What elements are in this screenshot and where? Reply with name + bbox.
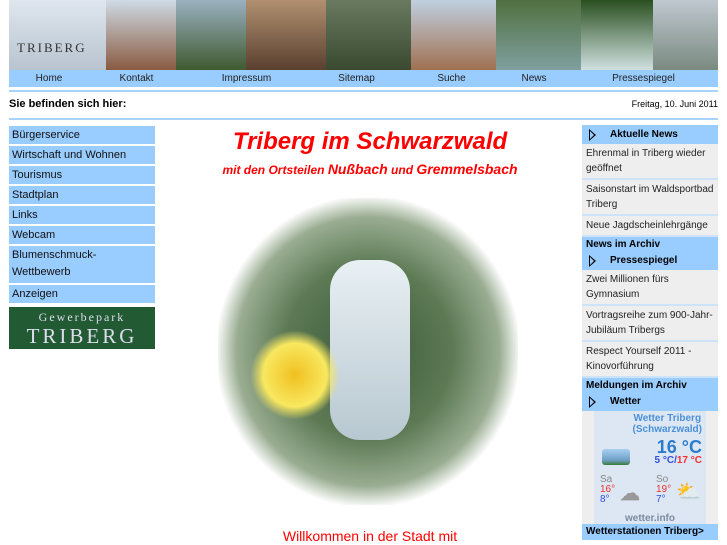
breadcrumb: Sie befinden sich hier: xyxy=(9,98,127,110)
news-item[interactable]: Neue Jagdscheinlehrgänge xyxy=(582,216,718,237)
news-box: Aktuelle News Ehrenmal in Triberg wieder… xyxy=(582,125,718,253)
subtitle: mit den Ortsteilen Nußbach und Gremmelsb… xyxy=(222,161,518,177)
nav-impressum[interactable]: Impressum xyxy=(184,70,309,87)
overcast-icon xyxy=(602,449,630,465)
nav-suche[interactable]: Suche xyxy=(404,70,499,87)
nav-news[interactable]: News xyxy=(499,70,569,87)
weather-widget[interactable]: Wetter Triberg (Schwarzwald) 16 °C 5 °C/1… xyxy=(594,411,706,525)
menu-blumenschmuck[interactable]: Blumenschmuck-Wettbewerb xyxy=(9,246,155,283)
nav-kontakt[interactable]: Kontakt xyxy=(89,70,184,87)
menu-wirtschaft[interactable]: Wirtschaft und Wohnen xyxy=(9,146,155,164)
divider xyxy=(9,118,718,120)
date: Freitag, 10. Juni 2011 xyxy=(631,99,718,109)
link-nussbach[interactable]: Nußbach xyxy=(328,161,388,177)
forecast-day: Sa 16° 8° xyxy=(600,474,616,505)
link-gremmelsbach[interactable]: Gremmelsbach xyxy=(416,161,517,177)
main-nav: Home Kontakt Impressum Sitemap Suche New… xyxy=(9,70,718,87)
menu-links[interactable]: Links xyxy=(9,206,155,224)
header-banner: TRIBERG xyxy=(9,0,718,70)
presse-box: Pressespiegel Zwei Millionen fürs Gymnas… xyxy=(582,251,718,394)
daffodil xyxy=(250,330,340,420)
menu-webcam[interactable]: Webcam xyxy=(9,226,155,244)
wetter-info-brand[interactable]: wetter.info xyxy=(594,513,706,524)
partly-sunny-icon: ⛅ xyxy=(676,481,701,503)
gewerbepark-banner[interactable]: Gewerbepark TRIBERG xyxy=(9,307,155,349)
news-item[interactable]: Ehrenmal in Triberg wieder geöffnet xyxy=(582,144,718,180)
cloudy-icon: ☁ xyxy=(620,483,640,505)
wetter-box: Wetter Wetter Triberg (Schwarzwald) 16 °C… xyxy=(582,392,718,540)
waterfall xyxy=(330,260,410,440)
presse-item[interactable]: Respect Yourself 2011 - Kinovorführung xyxy=(582,342,718,378)
menu-buergerservice[interactable]: Bürgerservice xyxy=(9,126,155,144)
nav-pressespiegel[interactable]: Pressespiegel xyxy=(569,70,718,87)
wetterstationen-link[interactable]: Wetterstationen Triberg> xyxy=(582,524,718,540)
news-item[interactable]: Saisonstart im Waldsportbad Triberg xyxy=(582,180,718,216)
presse-item[interactable]: Zwei Millionen fürs Gymnasium xyxy=(582,270,718,306)
welcome-text: Willkommen in der Stadt mit xyxy=(282,528,458,544)
news-header: Aktuelle News xyxy=(582,125,718,144)
menu-anzeigen[interactable]: Anzeigen xyxy=(9,285,155,303)
presse-item[interactable]: Vortragsreihe zum 900-Jahr-Jubiläum Trib… xyxy=(582,306,718,342)
side-menu: Bürgerservice Wirtschaft und Wohnen Tour… xyxy=(9,126,155,305)
nav-home[interactable]: Home xyxy=(9,70,89,87)
menu-tourismus[interactable]: Tourismus xyxy=(9,166,155,184)
nav-sitemap[interactable]: Sitemap xyxy=(309,70,404,87)
triberg-logo[interactable]: TRIBERG xyxy=(9,0,106,70)
presse-header: Pressespiegel xyxy=(582,251,718,270)
menu-stadtplan[interactable]: Stadtplan xyxy=(9,186,155,204)
page-title: Triberg im Schwarzwald xyxy=(232,128,508,155)
forecast-day: So 19° 7° xyxy=(656,474,672,505)
divider xyxy=(9,90,718,92)
wetter-header: Wetter xyxy=(582,392,718,411)
